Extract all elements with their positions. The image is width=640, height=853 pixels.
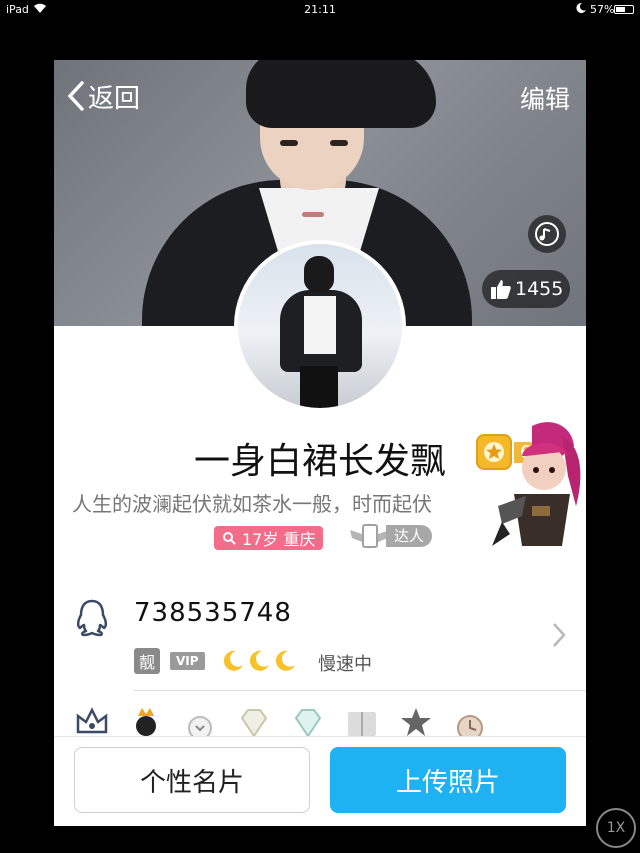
speed-status: 慢速中 — [318, 654, 372, 675]
qq-account-row[interactable]: 738535748 靓 VIP 慢速中 — [54, 590, 586, 690]
qq-penguin-icon — [76, 599, 108, 637]
music-note-icon — [535, 222, 559, 246]
talent-tag[interactable]: 达人 — [348, 522, 433, 550]
penguin-medal-icon — [136, 708, 156, 736]
chevron-left-icon — [67, 81, 84, 111]
like-button[interactable]: 1455 — [482, 270, 570, 308]
diamond-medal-icon — [240, 709, 268, 736]
edit-button[interactable]: 编辑 — [520, 80, 570, 116]
back-label: 返回 — [88, 83, 141, 114]
avatar[interactable] — [234, 240, 406, 412]
music-button[interactable] — [528, 215, 566, 253]
battery-icon — [614, 5, 634, 14]
pretty-number-badge: 靓 — [134, 648, 160, 674]
chevron-right-icon — [553, 623, 566, 647]
status-bar: iPad 21:11 57% — [0, 0, 640, 20]
qq-number: 738535748 — [134, 598, 292, 628]
thumbs-up-icon — [491, 280, 511, 299]
level-moons — [220, 648, 298, 674]
zoom-button[interactable]: 1X — [596, 808, 636, 848]
like-count: 1455 — [515, 278, 564, 300]
signature-text: 人生的波澜起伏就如茶水一般，时而起伏 — [72, 492, 432, 516]
clock-medal-icon — [457, 715, 483, 736]
vip-badge: VIP — [170, 652, 205, 670]
moon-icon — [246, 648, 272, 674]
battery-percent: 57% — [590, 3, 615, 16]
divider — [134, 690, 586, 691]
bottom-action-bar: 个性名片 上传照片 — [54, 736, 586, 826]
book-medal-icon — [348, 712, 376, 736]
mascot-character-icon[interactable] — [492, 416, 586, 566]
star-medal-icon — [401, 708, 431, 736]
gem-medal-icon — [294, 709, 322, 736]
talent-label: 达人 — [386, 525, 433, 547]
gender-icon — [223, 532, 236, 545]
back-button[interactable]: 返回 — [66, 78, 140, 114]
profile-screen: 返回 编辑 1455 一身白裙长发飘 6 人生 — [54, 60, 586, 826]
cat-medal-icon — [188, 716, 212, 736]
upload-photo-button[interactable]: 上传照片 — [330, 747, 566, 813]
do-not-disturb-icon — [575, 2, 587, 17]
moon-icon — [220, 648, 246, 674]
battery-fill — [616, 7, 625, 12]
medal-wall[interactable] — [74, 706, 574, 736]
clock: 21:11 — [304, 3, 336, 16]
age-location-label: 17岁 重庆 — [242, 530, 316, 549]
moon-icon — [272, 648, 298, 674]
age-location-tag: 17岁 重庆 — [214, 526, 324, 550]
crown-medal-icon — [76, 707, 108, 734]
profile-card-button[interactable]: 个性名片 — [74, 747, 310, 813]
